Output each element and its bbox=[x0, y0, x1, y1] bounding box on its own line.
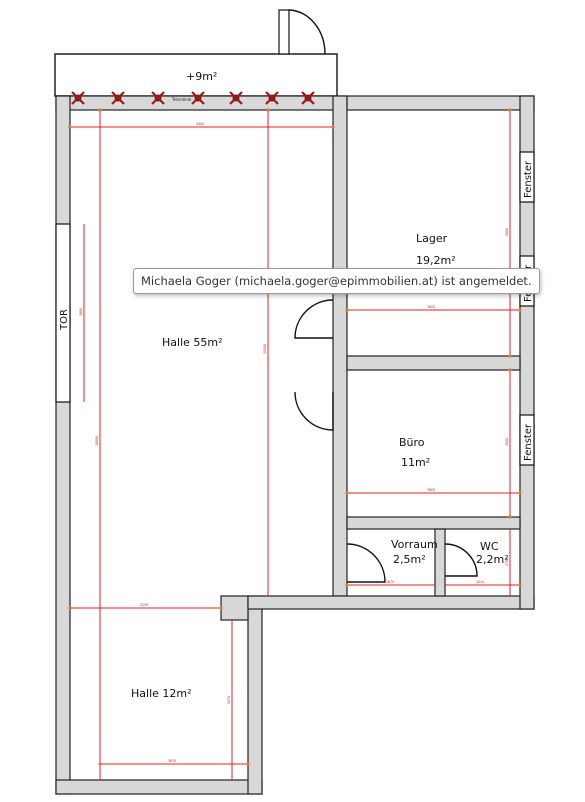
dim-lager-height-label: 5000 bbox=[505, 228, 509, 236]
dim-buero-height-label: 3000 bbox=[505, 438, 509, 446]
lager-name: Lager bbox=[416, 232, 448, 245]
balcony-door bbox=[278, 9, 290, 55]
dim-lager-width-label: 3600 bbox=[427, 305, 435, 309]
buero-area: 11m² bbox=[401, 456, 430, 469]
floor-plan: +9m² Fenster Fenster Fenster TOR bbox=[54, 9, 535, 795]
wall-right-top bbox=[346, 95, 535, 111]
dim-lower-label: 3150 bbox=[140, 603, 148, 607]
wall-small-right bbox=[247, 595, 263, 795]
tor-label: TOR bbox=[59, 309, 70, 331]
wall-lower-horizontal bbox=[247, 595, 535, 610]
dim-vorraum-label: 1870 bbox=[386, 580, 394, 584]
balcony-door-swing bbox=[288, 9, 326, 55]
wall-lager-bottom bbox=[346, 355, 521, 371]
dim-inner-left-label: 3000 bbox=[79, 308, 83, 316]
wall-halle-right bbox=[332, 95, 348, 597]
balcony-area-label: +9m² bbox=[186, 70, 217, 83]
dim-top-label: 5440 bbox=[196, 122, 204, 126]
door-swing-vorraum bbox=[346, 543, 386, 583]
wall-bottom bbox=[55, 779, 263, 795]
buero-name: Büro bbox=[399, 436, 425, 449]
vorraum-area: 2,5m² bbox=[393, 553, 426, 566]
wc-name: WC bbox=[480, 540, 499, 553]
dim-bottom-label: 3670 bbox=[168, 759, 176, 763]
balcony-legend-label: Trennlinie bbox=[171, 97, 192, 102]
halle-main-label: Halle 55m² bbox=[162, 336, 223, 349]
vorraum-name: Vorraum bbox=[391, 538, 438, 551]
dim-center-label: 10180 bbox=[263, 344, 267, 354]
window-3-label: Fenster bbox=[523, 423, 534, 461]
dim-small-label: 3270 bbox=[227, 696, 231, 704]
signed-in-tooltip: Michaela Goger (michaela.goger@epimmobil… bbox=[133, 268, 540, 294]
dimension-dots bbox=[68, 108, 522, 766]
door-swing-lower bbox=[294, 391, 334, 431]
wall-left bbox=[55, 95, 71, 795]
wall-corner-block bbox=[220, 595, 249, 621]
dim-buero-width-label: 3600 bbox=[427, 488, 435, 492]
wall-buero-bottom bbox=[346, 516, 521, 530]
lager-area: 19,2m² bbox=[416, 254, 456, 267]
door-swing-upper bbox=[294, 299, 334, 339]
wc-area: 2,2m² bbox=[476, 553, 509, 566]
dim-wc-label: 1010 bbox=[476, 580, 484, 584]
door-swing-wc bbox=[444, 543, 478, 577]
halle-small-label: Halle 12m² bbox=[131, 687, 192, 700]
dim-left-label: 10000 bbox=[95, 436, 99, 446]
window-1-label: Fenster bbox=[523, 160, 534, 198]
